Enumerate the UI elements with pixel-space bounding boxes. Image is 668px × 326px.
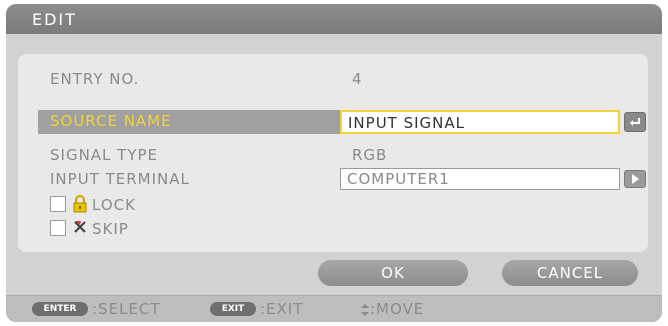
source-name-field[interactable]: INPUT SIGNAL: [340, 110, 620, 134]
entry-no-value: 4: [352, 70, 363, 88]
exit-action: :EXIT: [260, 300, 304, 318]
source-name-value: INPUT SIGNAL: [348, 114, 466, 132]
lock-label: LOCK: [92, 196, 136, 214]
skip-label: SKIP: [92, 220, 129, 238]
dialog-body: ENTRY NO. 4 SOURCE NAME INPUT SIGNAL SIG…: [6, 34, 662, 296]
lock-checkbox[interactable]: [50, 196, 66, 212]
input-terminal-value: COMPUTER1: [347, 170, 450, 188]
form-panel: ENTRY NO. 4 SOURCE NAME INPUT SIGNAL SIG…: [18, 54, 648, 252]
edit-dialog: EDIT ENTRY NO. 4 SOURCE NAME INPUT SIGNA…: [6, 4, 662, 322]
skip-checkbox[interactable]: [50, 220, 66, 236]
ok-button[interactable]: OK: [318, 260, 468, 286]
lock-icon: [73, 195, 87, 213]
source-name-label: SOURCE NAME: [50, 112, 172, 130]
input-terminal-arrow-button[interactable]: [624, 170, 646, 188]
enter-button[interactable]: [624, 112, 646, 132]
title-bar: EDIT: [6, 4, 662, 34]
input-terminal-label: INPUT TERMINAL: [50, 170, 190, 188]
dialog-title: EDIT: [32, 10, 77, 29]
signal-type-value: RGB: [352, 146, 388, 164]
input-terminal-select[interactable]: COMPUTER1: [340, 168, 620, 190]
arrow-right-icon: [632, 174, 639, 184]
key-help-footer: ENTER :SELECT EXIT :EXIT :MOVE: [6, 295, 662, 322]
source-name-row-highlight[interactable]: SOURCE NAME: [38, 110, 348, 134]
signal-type-label: SIGNAL TYPE: [50, 146, 159, 164]
cancel-button[interactable]: CANCEL: [502, 260, 638, 286]
exit-key-badge: EXIT: [210, 302, 256, 316]
enter-icon: [630, 118, 640, 126]
move-action: :MOVE: [370, 300, 425, 318]
skip-icon: [74, 221, 86, 233]
enter-action: :SELECT: [92, 300, 161, 318]
entry-no-label: ENTRY NO.: [50, 70, 140, 88]
enter-key-badge: ENTER: [32, 302, 88, 316]
